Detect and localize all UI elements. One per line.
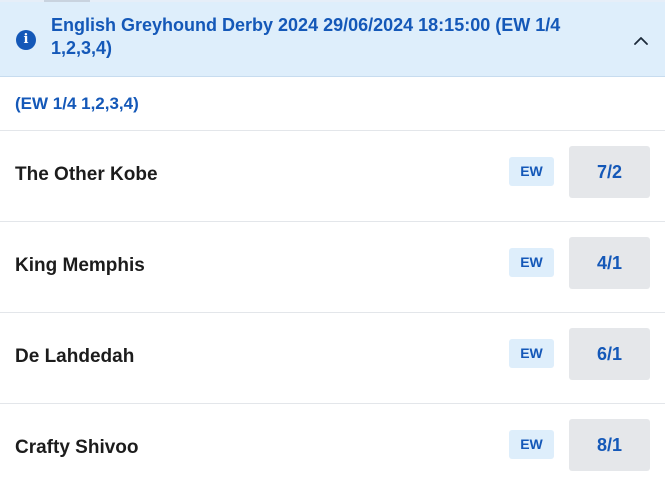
runner-row: The Other Kobe EW 7/2 [0, 131, 665, 222]
odds-button[interactable]: 4/1 [569, 237, 650, 289]
each-way-badge: EW [509, 430, 554, 459]
odds-button[interactable]: 6/1 [569, 328, 650, 380]
market-header[interactable]: i English Greyhound Derby 2024 29/06/202… [0, 2, 665, 77]
market-title: English Greyhound Derby 2024 29/06/2024 … [51, 15, 561, 58]
runner-row: De Lahdedah EW 6/1 [0, 313, 665, 404]
market-panel: i English Greyhound Derby 2024 29/06/202… [0, 0, 665, 494]
runner-name: King Memphis [15, 255, 145, 276]
each-way-terms-row: (EW 1/4 1,2,3,4) [0, 78, 665, 131]
runner-row: Crafty Shivoo EW 8/1 [0, 404, 665, 494]
each-way-badge: EW [509, 157, 554, 186]
info-icon[interactable]: i [16, 30, 36, 50]
each-way-terms: (EW 1/4 1,2,3,4) [15, 94, 139, 113]
each-way-badge: EW [509, 248, 554, 277]
runner-name: De Lahdedah [15, 346, 135, 367]
runner-row: King Memphis EW 4/1 [0, 222, 665, 313]
runner-name: The Other Kobe [15, 164, 158, 185]
runner-name: Crafty Shivoo [15, 437, 139, 458]
chevron-up-icon[interactable] [627, 30, 655, 52]
odds-button[interactable]: 8/1 [569, 419, 650, 471]
each-way-badge: EW [509, 339, 554, 368]
odds-button[interactable]: 7/2 [569, 146, 650, 198]
